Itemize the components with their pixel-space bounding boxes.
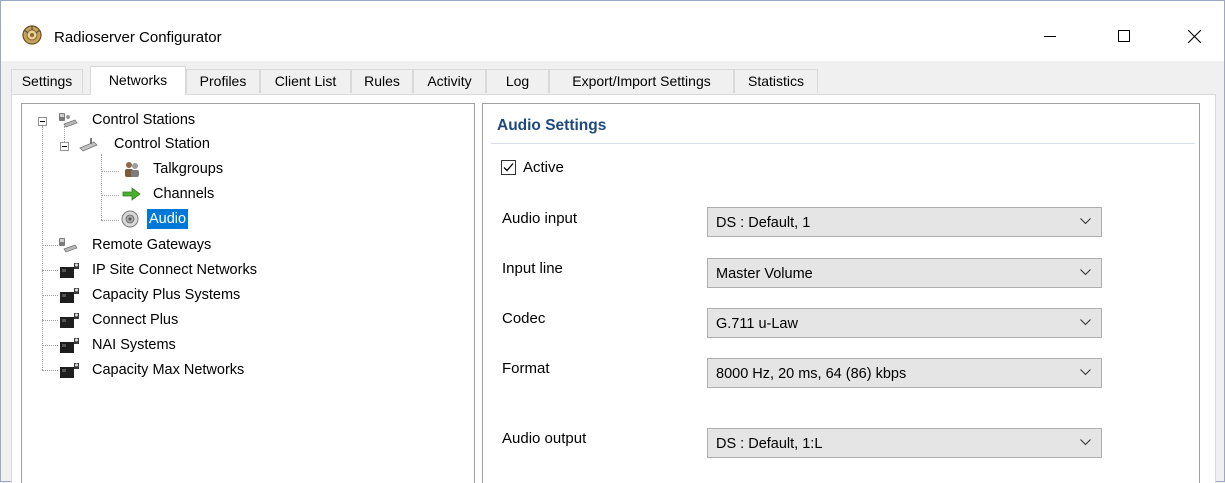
tree-connector bbox=[42, 345, 58, 346]
tree-connector bbox=[101, 195, 119, 196]
tab-client-list[interactable]: Client List bbox=[260, 69, 351, 93]
chevron-down-icon bbox=[1080, 369, 1091, 376]
network-icon bbox=[60, 338, 79, 353]
input-line-select[interactable]: Master Volume bbox=[707, 258, 1102, 288]
chevron-down-icon bbox=[1080, 319, 1091, 326]
tree-connector bbox=[42, 320, 58, 321]
close-button[interactable] bbox=[1171, 13, 1217, 59]
codec-label: Codec bbox=[502, 310, 546, 327]
tab-networks[interactable]: Networks bbox=[90, 66, 186, 95]
tab-rules[interactable]: Rules bbox=[351, 69, 413, 93]
chevron-down-icon bbox=[1080, 218, 1091, 225]
title-bar[interactable]: Radioserver Configurator bbox=[1, 1, 1224, 61]
channels-arrow-icon bbox=[122, 187, 141, 201]
audio-speaker-icon bbox=[121, 210, 139, 228]
maximize-icon bbox=[1118, 30, 1130, 42]
tree-connector bbox=[42, 295, 58, 296]
tree-connector bbox=[101, 171, 119, 172]
network-icon bbox=[60, 313, 79, 328]
control-station-icon bbox=[79, 138, 98, 152]
chevron-down-icon bbox=[1080, 269, 1091, 276]
network-icon bbox=[60, 263, 79, 278]
tab-activity[interactable]: Activity bbox=[413, 69, 486, 93]
format-select[interactable]: 8000 Hz, 20 ms, 64 (86) kbps bbox=[707, 358, 1102, 388]
tree-item-control-stations[interactable]: Control Stations bbox=[56, 109, 256, 131]
tree-item-nai-systems[interactable]: NAI Systems bbox=[59, 334, 359, 356]
tab-export-import-settings[interactable]: Export/Import Settings bbox=[549, 69, 734, 93]
close-icon bbox=[1187, 29, 1201, 43]
remote-gateways-icon bbox=[59, 238, 78, 253]
tree-connector bbox=[101, 220, 119, 221]
minimize-icon bbox=[1044, 36, 1056, 37]
tree-connector bbox=[101, 154, 102, 220]
tree-item-control-station[interactable]: Control Station bbox=[78, 133, 278, 155]
radioserver-app-icon bbox=[21, 24, 43, 46]
collapse-toggle-control-stations[interactable] bbox=[38, 117, 47, 126]
active-checkbox[interactable] bbox=[501, 160, 516, 175]
talkgroups-icon bbox=[125, 162, 139, 177]
window-title: Radioserver Configurator bbox=[54, 29, 222, 46]
tab-settings[interactable]: Settings bbox=[11, 69, 83, 93]
network-icon bbox=[60, 288, 79, 303]
tab-log[interactable]: Log bbox=[486, 69, 549, 93]
audio-input-label: Audio input bbox=[502, 210, 578, 227]
tree-item-talkgroups[interactable]: Talkgroups bbox=[121, 158, 321, 180]
app-window: Radioserver Configurator Settings Networ… bbox=[0, 0, 1225, 483]
tree-item-capacity-plus-systems[interactable]: Capacity Plus Systems bbox=[59, 284, 359, 306]
main-tab-bar: Settings Networks Profiles Client List R… bbox=[11, 66, 1224, 95]
tree-item-audio[interactable]: Audio bbox=[119, 208, 319, 230]
audio-output-select[interactable]: DS : Default, 1:L bbox=[707, 428, 1102, 458]
tree-item-connect-plus[interactable]: Connect Plus bbox=[59, 309, 359, 331]
section-divider bbox=[491, 143, 1195, 144]
checkmark-icon bbox=[503, 163, 514, 172]
tree-connector bbox=[42, 126, 43, 370]
audio-input-select[interactable]: DS : Default, 1 bbox=[707, 207, 1102, 237]
audio-output-label: Audio output bbox=[502, 430, 587, 447]
section-title: Audio Settings bbox=[497, 117, 607, 134]
format-label: Format bbox=[502, 360, 550, 377]
input-line-label: Input line bbox=[502, 260, 563, 277]
tree-connector bbox=[42, 370, 58, 371]
tree-item-channels[interactable]: Channels bbox=[121, 183, 321, 205]
tree-item-ip-site-connect-networks[interactable]: IP Site Connect Networks bbox=[59, 259, 359, 281]
tree-item-capacity-max-networks[interactable]: Capacity Max Networks bbox=[59, 359, 359, 381]
tab-statistics[interactable]: Statistics bbox=[734, 69, 818, 93]
active-label[interactable]: Active bbox=[523, 159, 564, 176]
control-stations-icon bbox=[59, 113, 78, 128]
tree-connector bbox=[42, 270, 58, 271]
minimize-button[interactable] bbox=[1027, 13, 1073, 59]
codec-select[interactable]: G.711 u-Law bbox=[707, 308, 1102, 338]
chevron-down-icon bbox=[1080, 439, 1091, 446]
tab-profiles[interactable]: Profiles bbox=[186, 69, 260, 93]
collapse-toggle-control-station[interactable] bbox=[60, 142, 69, 151]
network-icon bbox=[60, 363, 79, 378]
tree-item-remote-gateways[interactable]: Remote Gateways bbox=[56, 234, 306, 256]
audio-settings-pane bbox=[482, 103, 1200, 483]
maximize-button[interactable] bbox=[1101, 13, 1147, 59]
